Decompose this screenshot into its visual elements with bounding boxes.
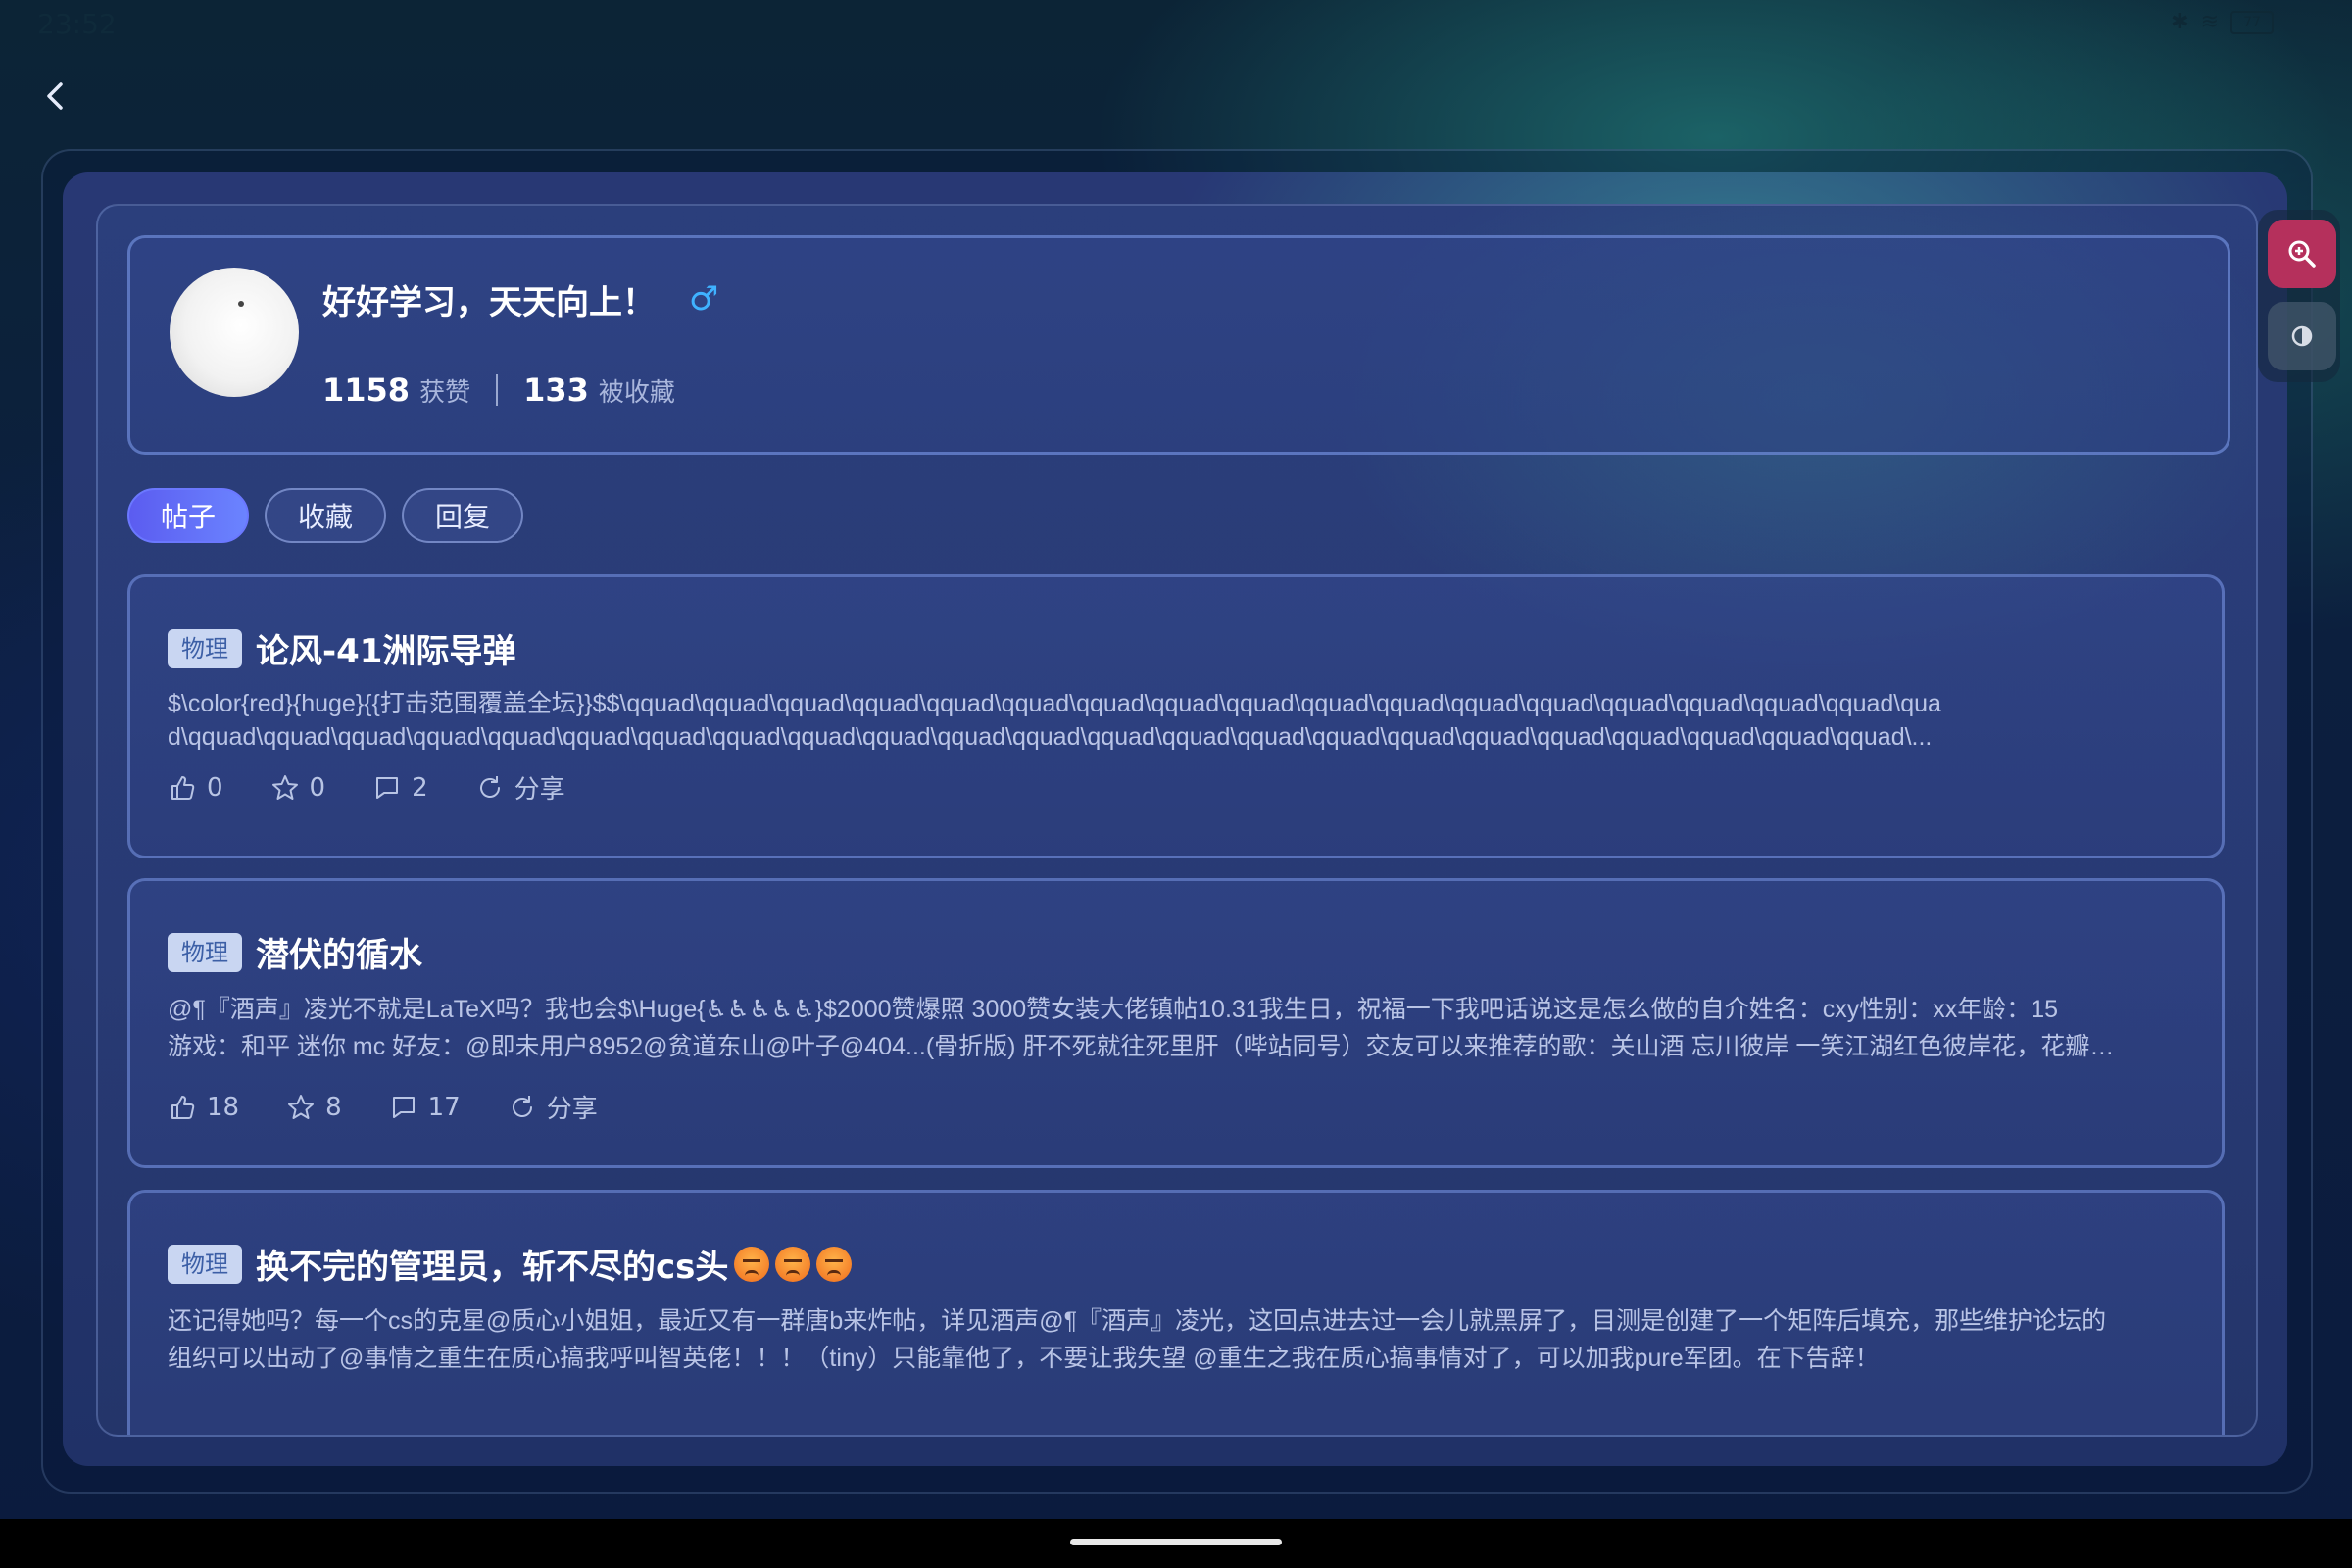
- post-title[interactable]: 换不完的管理员，斩不尽的cs头: [256, 1240, 728, 1288]
- floating-toolbar: [2258, 210, 2340, 382]
- post-header: 物理 潜伏的循水: [168, 928, 422, 976]
- star-icon: [288, 1094, 315, 1119]
- post-excerpt-line: d\qquad\qquad\qquad\qquad\qquad\qquad\qq…: [168, 723, 1933, 751]
- post-actions: 0 0 2 分享: [168, 769, 565, 806]
- star-action[interactable]: 0: [270, 769, 326, 806]
- profile-card: 好好学习，天天向上！ ♂ 1158 获赞 133 被收藏: [127, 235, 2230, 455]
- contrast-icon: [2291, 325, 2313, 347]
- post-card[interactable]: 物理 换不完的管理员，斩不尽的cs头 还记得她吗？每一个cs的克星@质心小姐姐，…: [127, 1190, 2225, 1435]
- stats-divider: [496, 374, 499, 406]
- like-action[interactable]: 18: [168, 1089, 239, 1125]
- post-excerpt-line: $\color{red}{huge}{{打击范围覆盖全坛}}$$\qquad\q…: [168, 690, 1941, 717]
- tab-bar: 帖子 收藏 回复: [127, 488, 524, 543]
- post-excerpt-line: @¶『酒声』凌光不就是LaTeX吗？我也会$\Huge{♿♿♿♿♿}$2000赞…: [168, 996, 2059, 1023]
- profile-panel: 好好学习，天天向上！ ♂ 1158 获赞 133 被收藏 帖子 收藏 回复 物理…: [96, 204, 2258, 1437]
- status-time: 23:52: [37, 8, 117, 40]
- comment-count: 2: [412, 772, 428, 803]
- bluetooth-icon: ✱: [2171, 10, 2189, 34]
- post-title[interactable]: 论风-41洲际导弹: [256, 624, 515, 672]
- post-tag[interactable]: 物理: [168, 628, 242, 668]
- angry-emoji-icon: [816, 1246, 853, 1282]
- username: 好好学习，天天向上！: [322, 283, 656, 322]
- post-title[interactable]: 潜伏的循水: [256, 928, 422, 976]
- favorited-count: 133: [523, 371, 589, 409]
- like-count: 0: [207, 772, 223, 803]
- share-action[interactable]: 分享: [508, 1089, 598, 1125]
- thumbs-up-icon: [172, 1095, 195, 1119]
- status-bar: 23:52 ✱ ≋ 77: [0, 0, 2352, 49]
- male-gender-icon: ♂: [689, 279, 719, 318]
- post-header: 物理 论风-41洲际导弹: [168, 624, 515, 672]
- post-tag[interactable]: 物理: [168, 932, 242, 972]
- angry-emoji-icon: [734, 1246, 770, 1282]
- share-label: 分享: [514, 775, 565, 805]
- tab-posts[interactable]: 帖子: [127, 488, 250, 543]
- comment-icon: [392, 1096, 415, 1118]
- star-action[interactable]: 8: [286, 1089, 342, 1125]
- chevron-left-icon: [47, 82, 63, 110]
- star-icon: [271, 774, 298, 800]
- tab-replies[interactable]: 回复: [402, 488, 524, 543]
- zoom-button[interactable]: [2268, 220, 2336, 288]
- likes-count: 1158: [322, 371, 411, 409]
- thumbs-up-icon: [172, 775, 195, 800]
- post-excerpt: @¶『酒声』凌光不就是LaTeX吗？我也会$\Huge{♿♿♿♿♿}$2000赞…: [168, 991, 2184, 1065]
- battery-icon: 77: [2230, 10, 2274, 34]
- share-icon: [479, 775, 500, 798]
- favorited-label: 被收藏: [598, 378, 675, 408]
- post-card[interactable]: 物理 论风-41洲际导弹 $\color{red}{huge}{{打击范围覆盖全…: [127, 574, 2225, 858]
- post-excerpt: 还记得她吗？每一个cs的克星@质心小姐姐，最近又有一群唐b来炸帖，详见酒声@¶『…: [168, 1302, 2184, 1377]
- post-excerpt-line: 组织可以出动了@事情之重生在质心搞我呼叫智英佬！！！（tiny）只能靠他了，不要…: [168, 1345, 1880, 1372]
- post-actions: 18 8 17 分享: [168, 1089, 598, 1125]
- comment-icon: [376, 776, 399, 799]
- angry-emoji-icon: [775, 1246, 811, 1282]
- post-excerpt: $\color{red}{huge}{{打击范围覆盖全坛}}$$\qquad\q…: [168, 687, 2184, 754]
- back-button[interactable]: [35, 76, 74, 116]
- home-indicator[interactable]: [1070, 1539, 1282, 1545]
- avatar[interactable]: [170, 268, 299, 397]
- likes-label: 获赞: [419, 378, 471, 408]
- zoom-in-icon: [2288, 240, 2316, 268]
- post-tag[interactable]: 物理: [168, 1244, 242, 1284]
- status-icons: ✱ ≋ 77: [2171, 10, 2274, 34]
- comment-action[interactable]: 17: [389, 1089, 461, 1125]
- share-icon: [512, 1095, 532, 1117]
- like-action[interactable]: 0: [168, 769, 223, 806]
- wifi-icon: ≋: [2200, 10, 2219, 34]
- comment-count: 17: [427, 1092, 461, 1122]
- like-count: 18: [207, 1092, 240, 1122]
- contrast-button[interactable]: [2268, 302, 2336, 370]
- post-excerpt-line: 还记得她吗？每一个cs的克星@质心小姐姐，最近又有一群唐b来炸帖，详见酒声@¶『…: [168, 1307, 2107, 1335]
- post-card[interactable]: 物理 潜伏的循水 @¶『酒声』凌光不就是LaTeX吗？我也会$\Huge{♿♿♿…: [127, 878, 2225, 1168]
- share-action[interactable]: 分享: [475, 769, 565, 806]
- comment-action[interactable]: 2: [372, 769, 428, 806]
- post-header: 物理 换不完的管理员，斩不尽的cs头: [168, 1240, 853, 1288]
- profile-stats: 1158 获赞 133 被收藏: [322, 371, 675, 409]
- post-excerpt-line: 游戏：和平 迷你 mc 好友：@即未用户8952@贫道东山@叶子@404...(…: [168, 1033, 2115, 1060]
- star-count: 0: [309, 772, 326, 803]
- share-label: 分享: [546, 1095, 598, 1124]
- star-count: 8: [325, 1092, 342, 1122]
- tab-favorites[interactable]: 收藏: [265, 488, 387, 543]
